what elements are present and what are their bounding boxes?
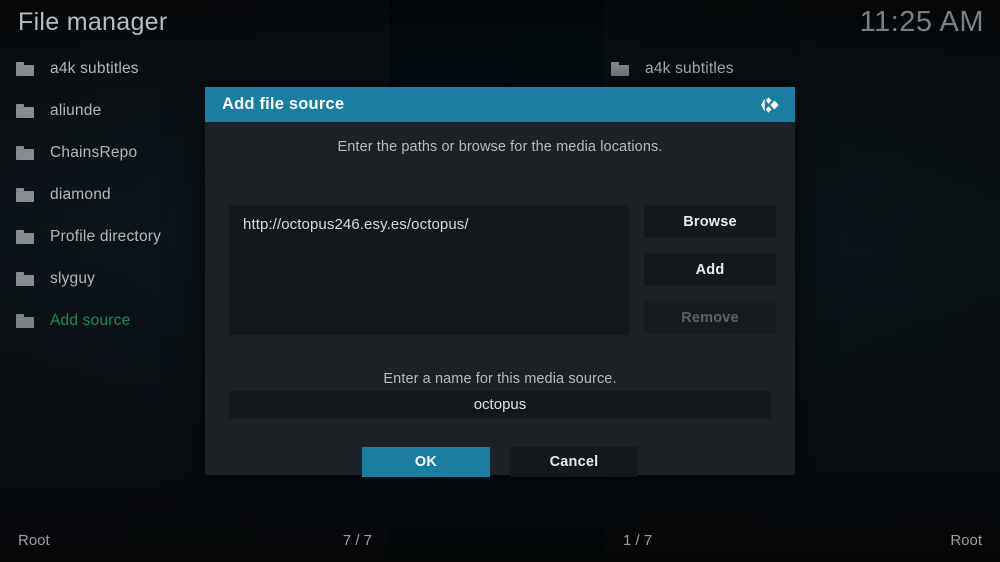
browse-button[interactable]: Browse [644, 205, 776, 238]
file-list-item-label: Profile directory [50, 228, 162, 245]
status-bar-left: Root 7 / 7 [0, 518, 390, 562]
dialog-title: Add file source [222, 95, 345, 113]
dialog-body: Enter the paths or browse for the media … [205, 122, 795, 477]
status-bar-right: 1 / 7 Root [605, 518, 1000, 562]
paths-hint-label: Enter the paths or browse for the media … [337, 139, 663, 155]
status-right-count: 1 / 7 [623, 531, 653, 549]
file-list-item-label: aliunde [50, 102, 102, 119]
status-left-path: Root [18, 531, 50, 549]
folder-icon [16, 146, 34, 160]
status-left-count: 7 / 7 [342, 531, 372, 549]
ok-button[interactable]: OK [362, 447, 490, 477]
dialog-header: Add file source [205, 87, 795, 122]
file-list-item[interactable]: a4k subtitles [10, 48, 370, 90]
file-list-item-label: ChainsRepo [50, 144, 138, 161]
status-right-path: Root [950, 531, 982, 549]
file-list-item-label: slyguy [50, 270, 96, 287]
folder-icon [16, 230, 34, 244]
folder-icon [16, 314, 34, 328]
kodi-logo-icon [759, 92, 785, 118]
folder-icon [16, 272, 34, 286]
file-list-item[interactable]: a4k subtitles [605, 48, 985, 90]
file-list-right[interactable]: a4k subtitles [605, 48, 985, 90]
file-list-item-label: Add source [50, 312, 131, 329]
cancel-button[interactable]: Cancel [510, 447, 638, 477]
source-name-input[interactable]: octopus [229, 391, 771, 418]
side-button-group: Browse Add Remove [644, 205, 776, 334]
path-value: http://octopus246.esy.es/octopus/ [243, 216, 469, 233]
file-list-item-label: a4k subtitles [645, 60, 734, 77]
footer-button-group: OK Cancel [205, 447, 795, 477]
source-name-value: octopus [473, 396, 527, 413]
file-list-item-label: diamond [50, 186, 111, 203]
path-list-input[interactable]: http://octopus246.esy.es/octopus/ [229, 205, 629, 335]
folder-icon [611, 62, 629, 76]
folder-icon [16, 188, 34, 202]
add-button[interactable]: Add [644, 253, 776, 286]
kodi-file-manager-screen: File manager 11:25 AM a4k subtitles aliun… [0, 0, 1000, 562]
remove-button: Remove [644, 301, 776, 334]
folder-icon [16, 104, 34, 118]
clock: 11:25 AM [859, 6, 984, 38]
add-file-source-dialog: Add file source Enter the paths or brows… [205, 87, 795, 477]
name-hint-label: Enter a name for this media source. [383, 371, 617, 387]
file-list-item-label: a4k subtitles [50, 60, 139, 77]
folder-icon [16, 62, 34, 76]
page-title: File manager [18, 8, 168, 36]
